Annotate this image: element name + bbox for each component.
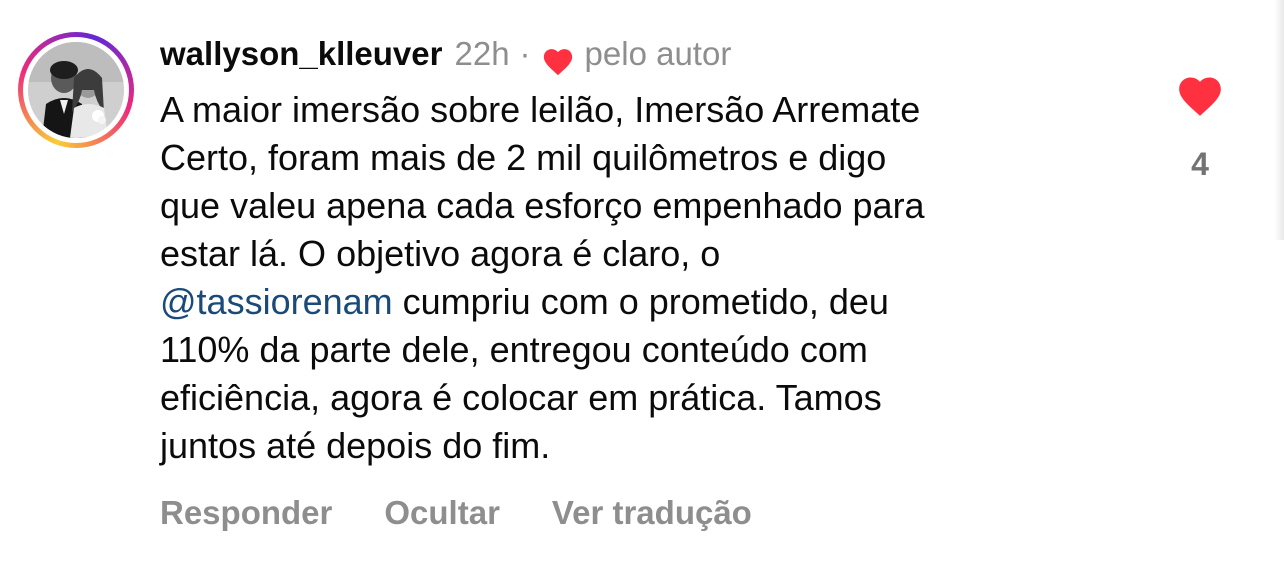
like-count[interactable]: 4 (1168, 146, 1232, 183)
avatar-border (23, 37, 129, 143)
comment-text: A maior imersão sobre leilão, Imersão Ar… (160, 86, 1100, 470)
hide-button[interactable]: Ocultar (384, 494, 500, 532)
comment-line: juntos até depois do fim. (160, 425, 551, 466)
story-ring[interactable] (18, 32, 134, 148)
liked-by-author-label: pelo autor (584, 35, 732, 72)
see-translation-button[interactable]: Ver tradução (552, 494, 752, 532)
comment-line-rest: cumpriu com o prometido, deu (402, 281, 889, 322)
comment-actions: Responder Ocultar Ver tradução (160, 494, 804, 532)
comment-line: 110% da parte dele, entregou conteúdo co… (160, 329, 868, 370)
separator-dot: · (519, 35, 531, 72)
comment-body: wallyson_klleuver 22h · pelo autor A mai… (160, 28, 1120, 470)
comment-meta: wallyson_klleuver 22h · pelo autor (160, 28, 1120, 80)
avatar[interactable] (28, 42, 124, 138)
username[interactable]: wallyson_klleuver (160, 28, 442, 80)
comment-line: estar lá. O objetivo agora é claro, o (160, 233, 721, 274)
scroll-edge (1274, 0, 1284, 240)
heart-icon (541, 40, 575, 76)
heart-filled-icon[interactable] (1175, 72, 1225, 118)
comment-line-with-mention: @tassiorenam cumpriu com o prometido, de… (160, 278, 1100, 326)
comment: wallyson_klleuver 22h · pelo autor A mai… (0, 0, 1284, 567)
timestamp: 22h (454, 35, 510, 72)
like-column: 4 (1168, 72, 1232, 183)
comment-line: eficiência, agora é colocar em prática. … (160, 377, 882, 418)
comment-line: Certo, foram mais de 2 mil quilômetros e… (160, 137, 887, 178)
reply-button[interactable]: Responder (160, 494, 332, 532)
mention-link[interactable]: @tassiorenam (160, 281, 393, 322)
avatar-photo (28, 42, 124, 138)
comment-line: A maior imersão sobre leilão, Imersão Ar… (160, 89, 921, 130)
comment-line: que valeu apena cada esforço empenhado p… (160, 185, 925, 226)
